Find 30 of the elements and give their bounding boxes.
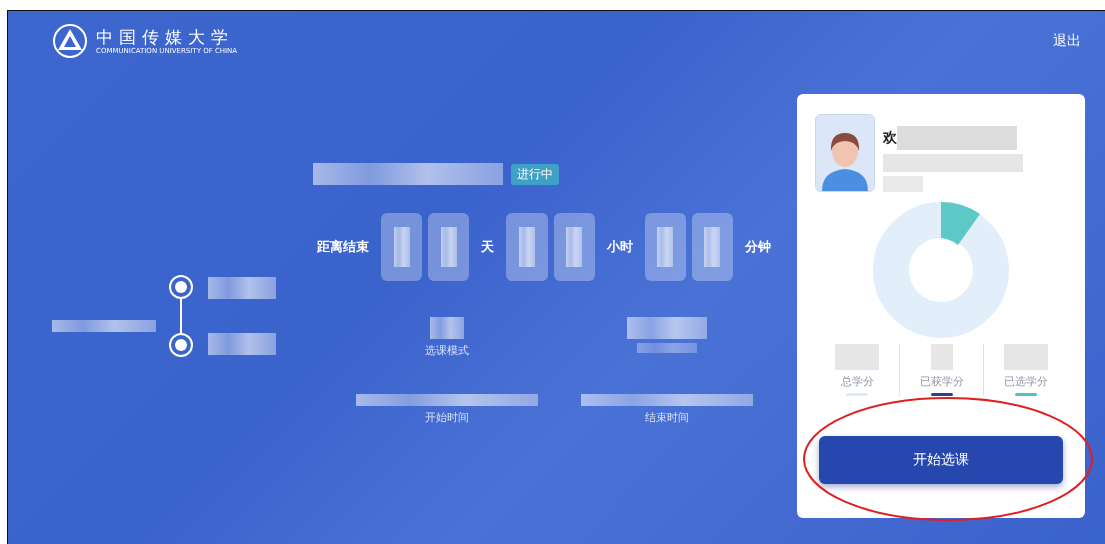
redacted-text <box>930 344 953 370</box>
redacted-text <box>518 227 535 267</box>
countdown-unit: 天 <box>481 238 495 256</box>
redacted-text <box>835 344 879 370</box>
countdown-unit: 分钟 <box>745 238 772 256</box>
info-label: 选课模式 <box>425 343 469 358</box>
welcome-text: 欢 <box>883 129 897 147</box>
info-label: 开始时间 <box>425 410 469 425</box>
university-emblem-icon <box>52 23 88 59</box>
redacted-text <box>657 227 674 267</box>
redacted-text <box>208 333 276 355</box>
redacted-text <box>566 227 583 267</box>
logout-link[interactable]: 退出 <box>1053 32 1081 50</box>
redacted-text <box>430 317 464 339</box>
redacted-text <box>393 227 410 267</box>
redacted-text <box>208 277 276 299</box>
redacted-text <box>440 227 457 267</box>
credit-label: 已选学分 <box>1003 374 1048 389</box>
logo-text: 中国传媒大学 <box>96 27 235 47</box>
redacted-text <box>704 227 721 267</box>
status-badge: 进行中 <box>511 163 559 185</box>
avatar-icon <box>815 114 875 192</box>
start-selection-button[interactable]: 开始选课 <box>819 436 1063 484</box>
info-label: 结束时间 <box>645 410 689 425</box>
credit-label: 已获学分 <box>919 374 964 389</box>
countdown-label: 距离结束 <box>317 238 369 256</box>
redacted-text <box>637 343 697 353</box>
credit-label: 总学分 <box>840 374 874 389</box>
countdown-unit: 小时 <box>606 238 633 256</box>
redacted-text <box>1003 344 1048 370</box>
